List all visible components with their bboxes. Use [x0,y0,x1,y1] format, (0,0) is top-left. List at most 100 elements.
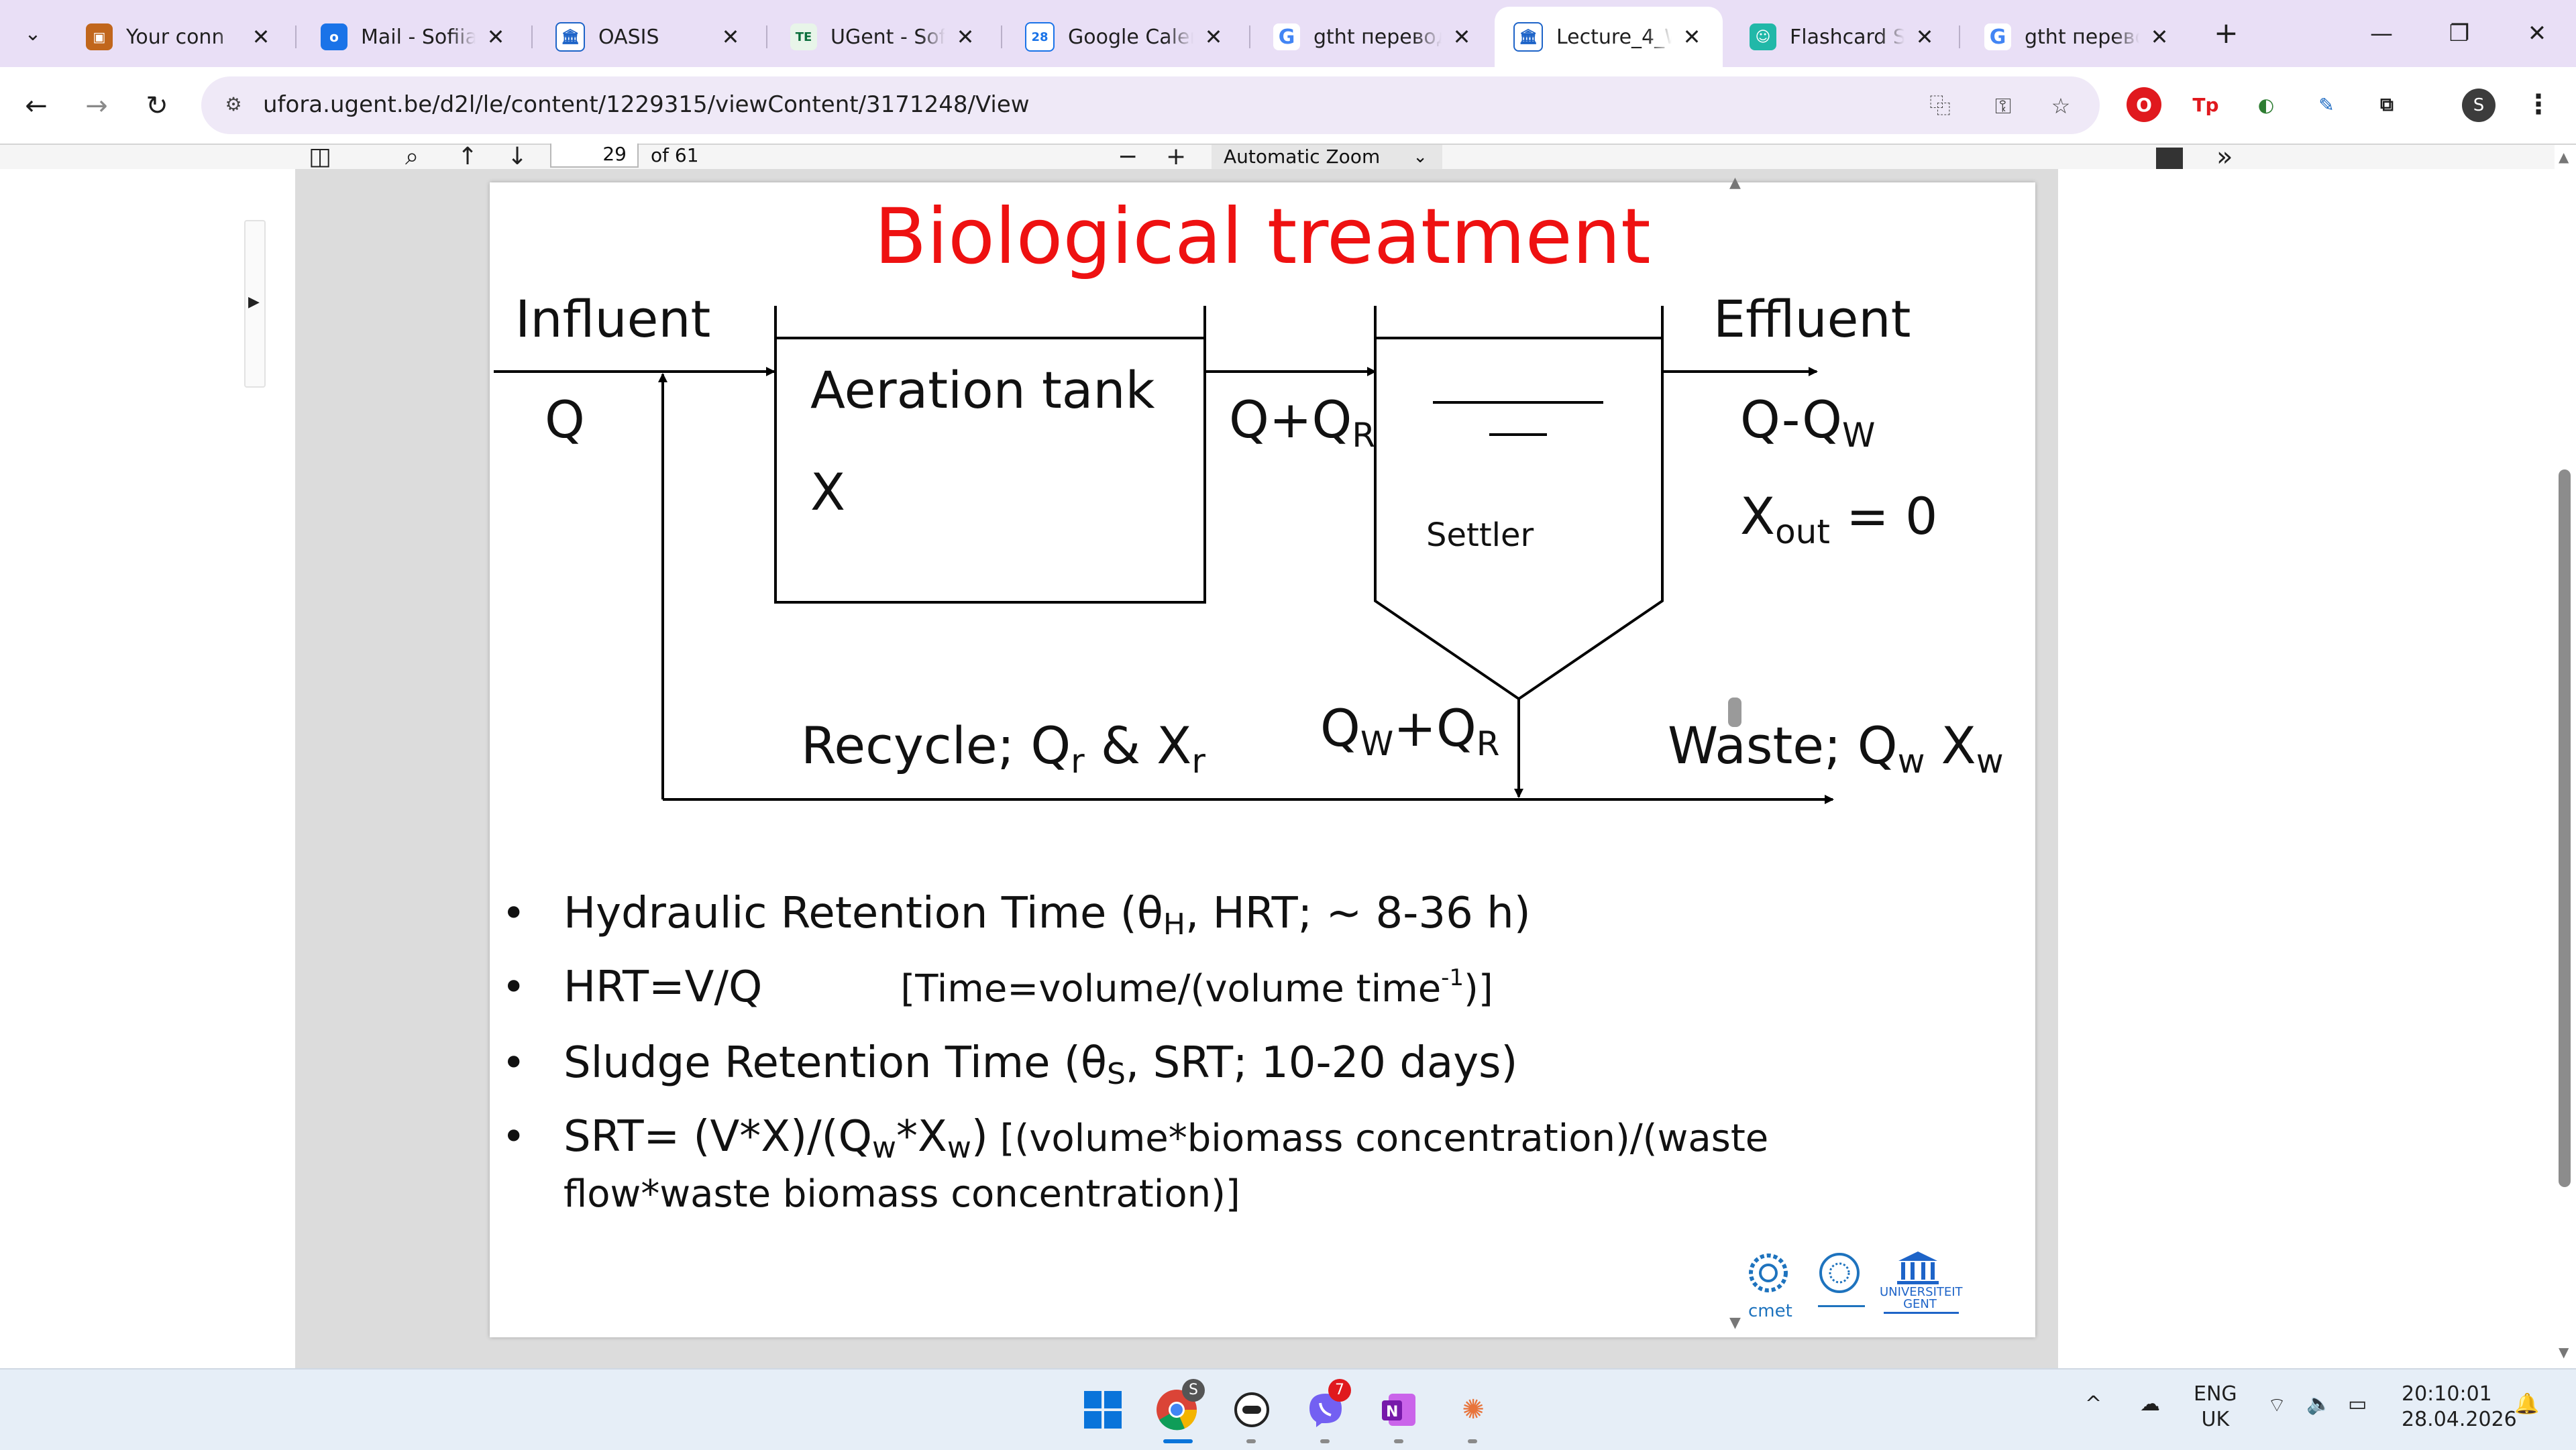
sidebar-collapse-tab[interactable]: ▶ [244,220,266,388]
camo-app-icon[interactable] [1228,1386,1276,1434]
tab-title: Your conn [126,25,225,49]
site-info-icon[interactable]: ⚙ [220,91,247,118]
settler-label: Settler [1426,516,1534,554]
tab-title: Lecture_4_WW [1556,25,1672,49]
address-bar[interactable]: ⚙ ufora.ugent.be/d2l/le/content/1229315/… [201,76,2100,134]
chrome-profile-badge: S [1182,1379,1205,1402]
back-button[interactable]: ← [17,87,55,125]
page-count: of 61 [651,144,699,166]
clock[interactable]: 20:10:01 28.04.2026 [2402,1382,2517,1433]
dictionary-extension-icon[interactable]: ✎ [2309,87,2344,122]
bookmark-star-icon[interactable]: ☆ [2046,91,2076,121]
claude-app-icon[interactable]: ✺ [1449,1386,1497,1434]
tab-lecture-4[interactable]: 🏛 Lecture_4_WW ✕ [1495,7,1723,67]
opera-extension-icon[interactable]: O [2127,87,2161,122]
battery-icon[interactable]: ▭ [2348,1392,2367,1416]
scroll-up-icon[interactable]: ▲ [1729,174,1741,191]
close-icon[interactable]: ✕ [2146,24,2173,50]
ugent-logo [1897,1251,1939,1284]
google-icon: G [1273,23,1300,50]
bullet-hrt-definition: Hydraulic Retention Time (θH, HRT; ~ 8-3… [490,887,1972,940]
onenote-icon[interactable]: N [1375,1386,1424,1434]
recycle-label: Recycle; Qr & Xr [801,716,1205,781]
tab-oasis[interactable]: 🏛 OASIS ✕ [537,7,761,67]
key-icon[interactable]: ⚿ [1988,91,2018,121]
tp-extension-icon[interactable]: Tp [2188,87,2223,122]
volume-icon[interactable]: 🔈 [2306,1392,2331,1416]
google-icon: G [1984,23,2011,50]
page-scrollbar[interactable]: ▲ ▼ [1721,174,1748,1343]
windows-taskbar: S 7 N ✺ ^ ☁ ENG UK ⌔ 🔈 ▭ 20:10:01 28.04.… [0,1368,2576,1450]
page-number-input[interactable]: 29 [550,144,639,168]
scroll-up-icon[interactable]: ▲ [2559,149,2569,165]
tab-strip: ⌄ ▣ Your conn ✕ o Mail - Sofiia ✕ 🏛 OASI… [0,0,2576,67]
extensions-puzzle-icon[interactable]: ⧉ [2369,87,2404,122]
close-icon[interactable]: ✕ [1448,24,1475,50]
reload-button[interactable]: ↻ [138,87,176,125]
influent-flow-label: Q [545,390,585,449]
menu-kebab-icon[interactable]: ⋮ [2525,86,2552,123]
browser-scrollbar[interactable]: ▲ ▼ [2555,145,2576,1368]
close-icon[interactable]: ✕ [1678,24,1705,50]
tab-title: Flashcard Set [1790,25,1904,49]
ugent-logo-text: UNIVERSITEIT GENT [1880,1285,1963,1311]
underflow-label: QW+QR [1320,698,1500,763]
close-window-button[interactable]: ✕ [2517,13,2557,54]
page-scroll-thumb[interactable] [1728,698,1741,727]
svg-text:N: N [1386,1404,1398,1420]
presentation-mode-icon[interactable] [2156,148,2183,169]
close-icon[interactable]: ✕ [248,24,274,50]
close-icon[interactable]: ✕ [482,24,509,50]
tab-google-translate-1[interactable]: G gtht перевод ✕ [1254,7,1493,67]
onedrive-icon[interactable]: ☁ [2140,1392,2160,1416]
viber-notification-badge: 7 [1328,1379,1351,1402]
close-icon[interactable]: ✕ [1200,24,1227,50]
close-icon[interactable]: ✕ [717,24,744,50]
next-page-icon[interactable]: ↓ [507,145,527,169]
tools-menu-icon[interactable]: » [2216,144,2233,170]
tab-google-translate-2[interactable]: G gtht перевод ✕ [1966,7,2190,67]
close-icon[interactable]: ✕ [1911,24,1938,50]
bullet-srt-formula: SRT= (V*X)/(Qw*Xw) [(volume*biomass conc… [490,1110,1972,1221]
tab-ugent[interactable]: TE UGent - Sofiia ✕ [771,7,996,67]
tab-title: gtht перевод [2025,25,2139,49]
zoom-out-icon[interactable]: − [1118,145,1138,169]
bullet-srt-definition: Sludge Retention Time (θS, SRT; 10-20 da… [490,1036,1972,1090]
scroll-down-icon[interactable]: ▼ [1729,1315,1741,1331]
url-text[interactable]: ufora.ugent.be/d2l/le/content/1229315/vi… [263,91,1030,118]
logo-area: cmet UNIVERSITEIT GENT [1744,1249,1972,1323]
restore-button[interactable]: ❐ [2439,13,2479,54]
wifi-icon[interactable]: ⌔ [2267,1392,2286,1418]
tab-search-button[interactable]: ⌄ [12,15,54,52]
bullet-hrt-formula: HRT=V/Q[Time=volume/(volume time-1)] [490,960,1972,1016]
vpn-extension-icon[interactable]: ◐ [2249,87,2284,122]
scroll-down-icon[interactable]: ▼ [2559,1344,2569,1360]
new-tab-button[interactable]: + [2214,16,2239,51]
aeration-tank-label: Aeration tank [810,360,1155,420]
pdf-toolbar: ◫ ⌕ ↑ ↓ 29 of 61 − + Automatic Zoom ⌄ » [0,144,2556,172]
tab-title: UGent - Sofiia [830,25,945,49]
translate-icon[interactable]: ⿻ [1925,91,1955,121]
notification-bell-icon[interactable]: 🔔 [2514,1392,2539,1416]
tab-your-conn[interactable]: ▣ Your conn ✕ [67,7,292,67]
quizlet-icon: ☺ [1750,23,1776,50]
chevron-down-icon: ⌄ [24,21,42,46]
windows-start-icon[interactable] [1079,1386,1127,1434]
tab-flashcard-set[interactable]: ☺ Flashcard Set ✕ [1731,7,1955,67]
minimize-button[interactable]: — [2361,13,2402,54]
q-plus-qr-label: Q+QR [1229,390,1376,455]
profile-avatar[interactable]: S [2462,89,2496,122]
browser-scroll-thumb[interactable] [2559,469,2571,1187]
close-icon[interactable]: ✕ [952,24,979,50]
search-icon[interactable]: ⌕ [405,145,419,169]
zoom-in-icon[interactable]: + [1166,145,1186,169]
previous-page-icon[interactable]: ↑ [458,145,478,169]
language-indicator[interactable]: ENG UK [2194,1382,2237,1433]
tray-overflow-icon[interactable]: ^ [2085,1392,2102,1416]
waste-label: Waste; Qw Xw [1668,716,2004,781]
forward-button[interactable]: → [78,87,115,125]
sidebar-toggle-icon[interactable]: ◫ [309,145,331,169]
tab-google-calendar[interactable]: 28 Google Calen ✕ [1006,7,1244,67]
tab-mail[interactable]: o Mail - Sofiia ✕ [302,7,527,67]
zoom-select[interactable]: Automatic Zoom ⌄ [1212,145,1442,172]
